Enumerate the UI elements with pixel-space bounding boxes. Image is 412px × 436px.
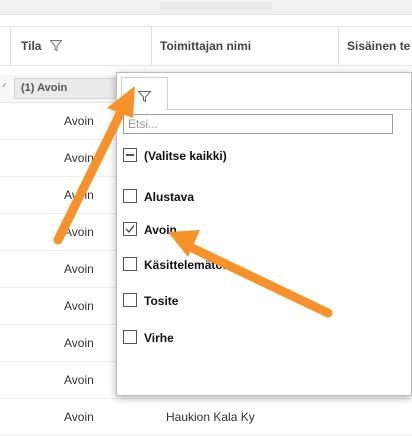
status-filter-chip[interactable]: (1) Avoin (14, 78, 118, 99)
status-cell: Avoin (64, 410, 94, 424)
select-all-label: (Valitse kaikki) (144, 149, 227, 163)
checkbox-icon (123, 330, 137, 344)
option-avoin[interactable]: Avoin (123, 219, 177, 241)
option-label: Avoin (144, 223, 177, 237)
tab-divider (166, 109, 411, 110)
option-label: Tosite (144, 294, 179, 308)
column-header-supplier-name[interactable]: Toimittajan nimi (151, 27, 338, 65)
status-cell: Avoin (64, 225, 94, 239)
status-filter-popup: (Valitse kaikki) Alustava Avoin Käsittel… (116, 72, 412, 396)
top-scroll-strip (0, 0, 412, 15)
status-cell: Avoin (64, 336, 94, 350)
select-all-checkbox[interactable]: (Valitse kaikki) (123, 145, 227, 167)
status-cell: Avoin (64, 373, 94, 387)
option-label: Virhe (144, 331, 174, 345)
grid-header: Tila Toimittajan nimi Sisäinen te (0, 26, 412, 66)
table-row[interactable]: Avoin Haukion Kala Ky (0, 399, 412, 436)
checkbox-icon (123, 189, 137, 203)
filter-funnel-icon (138, 91, 151, 102)
status-cell: Avoin (64, 262, 94, 276)
status-cell: Avoin (64, 188, 94, 202)
option-tosite[interactable]: Tosite (123, 290, 178, 312)
column-resize-icon: ᐟ (2, 82, 7, 94)
option-kasittelematon[interactable]: Käsittelemätön (123, 254, 230, 276)
check-icon (125, 225, 135, 233)
option-label: Käsittelemätön (144, 258, 231, 272)
status-cell: Avoin (64, 151, 94, 165)
filter-tab[interactable] (121, 77, 168, 110)
strip-segment (160, 2, 272, 10)
checkbox-checked-icon (123, 222, 137, 236)
filter-search-input[interactable] (123, 114, 393, 134)
option-label: Alustava (144, 190, 195, 204)
indeterminate-checkbox-icon (123, 148, 137, 162)
checkbox-icon (123, 293, 137, 307)
status-cell: Avoin (64, 114, 94, 128)
status-cell: Avoin (64, 299, 94, 313)
option-virhe[interactable]: Virhe (123, 327, 174, 349)
checkbox-icon (123, 257, 137, 271)
filter-icon[interactable] (49, 40, 62, 51)
supplier-cell: Haukion Kala Ky (166, 410, 255, 424)
option-alustava[interactable]: Alustava (123, 186, 194, 208)
column-header-status-label: Tila (21, 39, 42, 53)
column-header-status[interactable]: Tila (10, 27, 153, 65)
column-header-internal[interactable]: Sisäinen te (338, 27, 412, 65)
